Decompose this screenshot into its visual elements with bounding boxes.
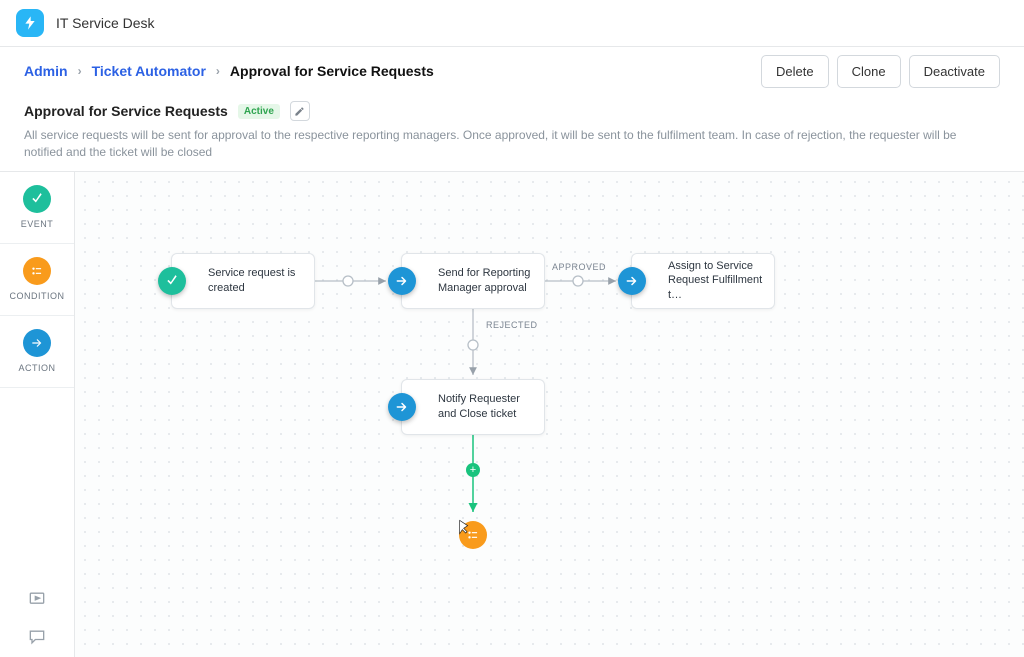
palette-event-label: EVENT — [21, 219, 54, 229]
main-area: EVENT CONDITION ACTION — [0, 172, 1024, 657]
chevron-right-icon: › — [78, 64, 82, 78]
presentation-icon[interactable] — [27, 589, 47, 609]
breadcrumb: Admin › Ticket Automator › Approval for … — [24, 63, 434, 79]
node-label: Notify Requester and Close ticket — [438, 392, 534, 421]
palette-condition-label: CONDITION — [10, 291, 65, 301]
workflow-description-text: All service requests will be sent for ap… — [24, 127, 964, 161]
edge-label-rejected: REJECTED — [486, 320, 538, 330]
chat-icon[interactable] — [27, 627, 47, 647]
add-step-button[interactable]: + — [466, 463, 480, 477]
deactivate-button[interactable]: Deactivate — [909, 55, 1000, 88]
connector-layer — [75, 172, 1024, 657]
palette-action-label: ACTION — [18, 363, 55, 373]
event-icon — [158, 267, 186, 295]
clone-button[interactable]: Clone — [837, 55, 901, 88]
bolt-icon — [22, 15, 38, 31]
node-action-approval[interactable]: Send for Reporting Manager approval — [401, 253, 545, 309]
edit-button[interactable] — [290, 101, 310, 121]
delete-button[interactable]: Delete — [761, 55, 829, 88]
action-icon — [618, 267, 646, 295]
action-icon — [388, 267, 416, 295]
crumb-current: Approval for Service Requests — [230, 63, 434, 79]
edge-label-approved: APPROVED — [552, 262, 606, 272]
crumb-admin[interactable]: Admin — [24, 63, 68, 79]
app-logo — [16, 9, 44, 37]
palette-sidebar: EVENT CONDITION ACTION — [0, 172, 75, 657]
event-icon — [23, 185, 51, 213]
palette-action[interactable]: ACTION — [0, 316, 74, 388]
crumb-automator[interactable]: Ticket Automator — [92, 63, 206, 79]
chevron-right-icon: › — [216, 64, 220, 78]
node-label: Assign to Service Request Fulfillment t… — [668, 259, 764, 302]
node-action-notify[interactable]: Notify Requester and Close ticket — [401, 379, 545, 435]
node-label: Service request is created — [208, 266, 304, 295]
workflow-canvas[interactable]: Service request is created Send for Repo… — [75, 172, 1024, 657]
node-label: Send for Reporting Manager approval — [438, 266, 534, 295]
app-title: IT Service Desk — [56, 15, 155, 31]
action-icon — [388, 393, 416, 421]
node-event-start[interactable]: Service request is created — [171, 253, 315, 309]
condition-icon — [23, 257, 51, 285]
action-icon — [23, 329, 51, 357]
palette-condition[interactable]: CONDITION — [0, 244, 74, 316]
workflow-title: Approval for Service Requests — [24, 103, 228, 119]
action-header: Admin › Ticket Automator › Approval for … — [0, 47, 1024, 95]
palette-event[interactable]: EVENT — [0, 172, 74, 244]
status-badge: Active — [238, 104, 280, 119]
app-bar: IT Service Desk — [0, 0, 1024, 47]
pencil-icon — [294, 106, 305, 117]
action-buttons: Delete Clone Deactivate — [761, 55, 1000, 88]
node-action-assign[interactable]: Assign to Service Request Fulfillment t… — [631, 253, 775, 309]
cursor-icon — [455, 519, 471, 538]
workflow-description: Approval for Service Requests Active All… — [0, 95, 1024, 172]
